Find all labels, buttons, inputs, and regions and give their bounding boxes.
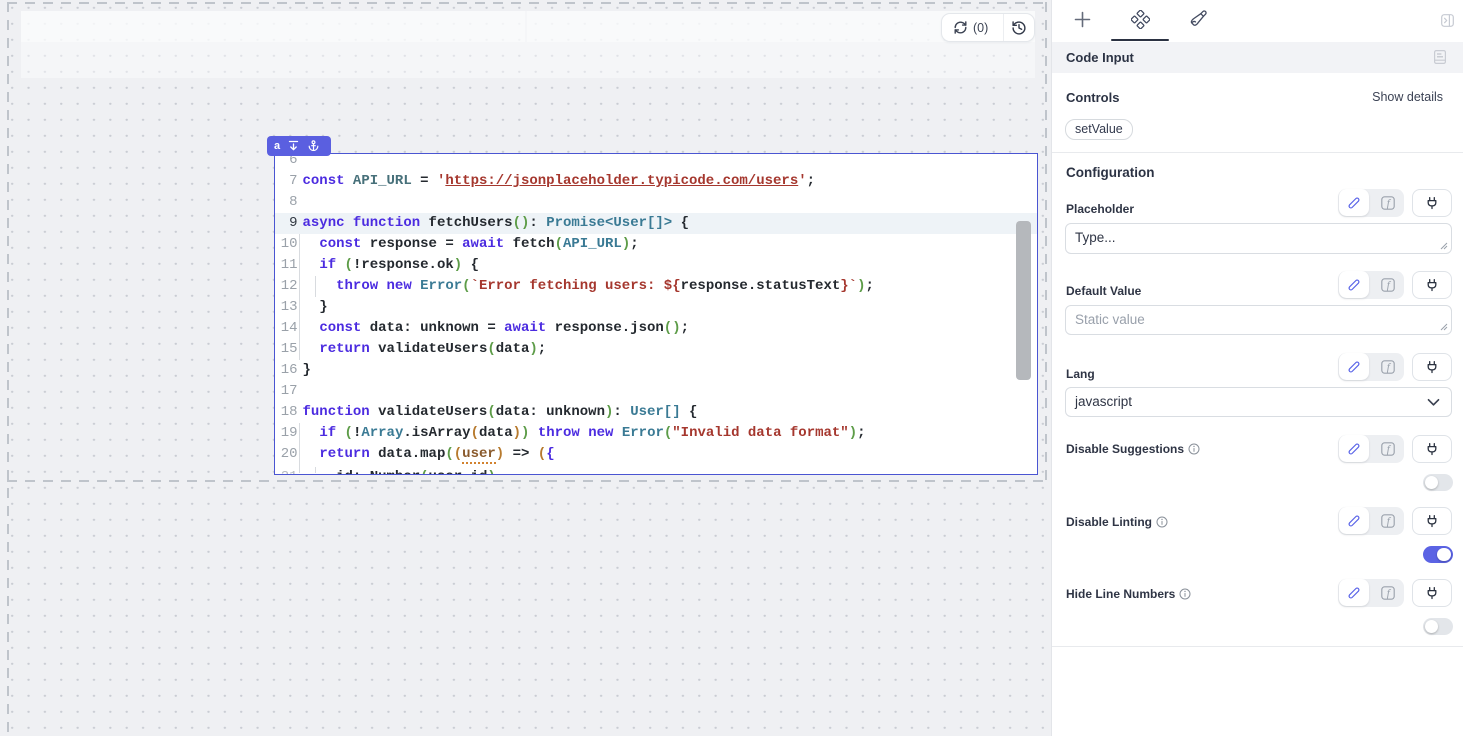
svg-text:f: f — [1386, 361, 1391, 373]
svg-text:f: f — [1386, 197, 1391, 209]
svg-text:f: f — [1386, 515, 1391, 527]
svg-text:f: f — [1386, 279, 1391, 291]
svg-text:f: f — [1386, 443, 1391, 455]
svg-text:f: f — [1386, 587, 1391, 599]
